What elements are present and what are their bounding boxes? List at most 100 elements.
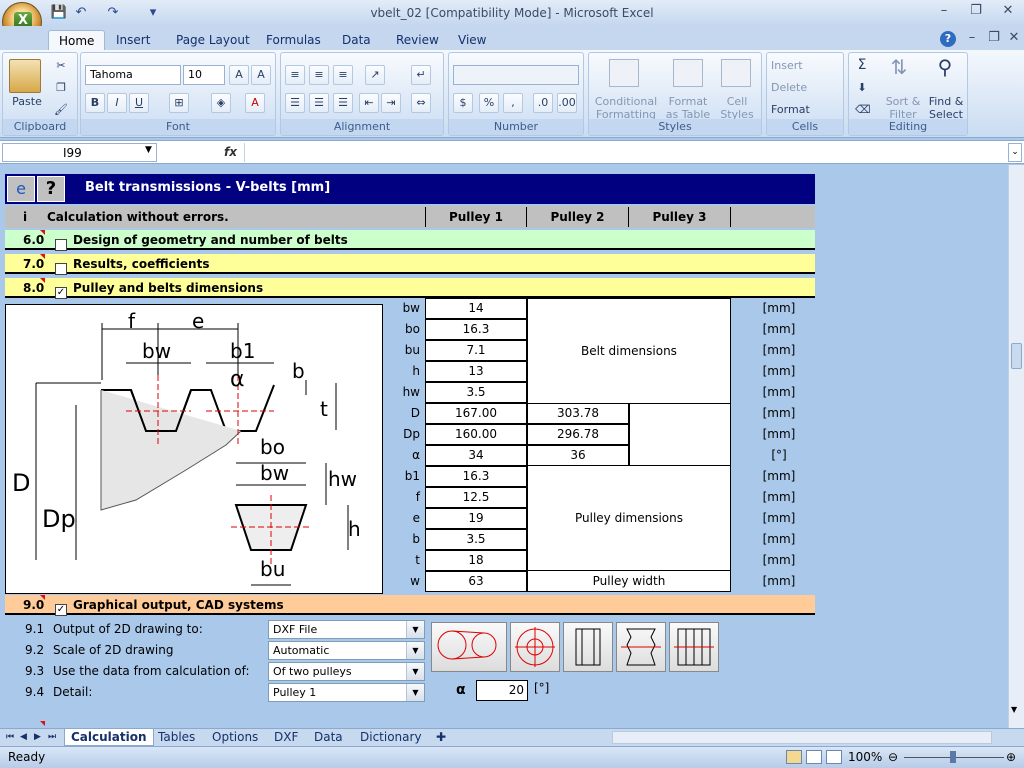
- conditional-formatting-button[interactable]: Conditional Formatting: [591, 95, 661, 121]
- wrap-text-icon[interactable]: ↵: [411, 65, 431, 85]
- section-7-row[interactable]: 7.0 Results, coefficients: [5, 254, 815, 275]
- close-button[interactable]: ✕: [998, 3, 1018, 19]
- option-select[interactable]: Of two pulleys ▼: [268, 662, 425, 681]
- copy-icon[interactable]: ❐: [53, 81, 69, 94]
- section-6-checkbox[interactable]: [55, 238, 67, 251]
- dim-value-pulley-1[interactable]: 3.5: [425, 382, 527, 403]
- tab-insert[interactable]: Insert: [106, 30, 160, 50]
- prev-sheet-icon[interactable]: ◀: [20, 729, 27, 746]
- sheet-tab-tables[interactable]: Tables: [158, 729, 195, 746]
- cell-styles-icon[interactable]: [721, 59, 751, 87]
- cad-pulley-section-button[interactable]: [616, 622, 666, 672]
- dim-value-pulley-1[interactable]: 3.5: [425, 529, 527, 550]
- normal-view-icon[interactable]: [786, 750, 802, 764]
- option-select[interactable]: Automatic ▼: [268, 641, 425, 660]
- tab-page-layout[interactable]: Page Layout: [166, 30, 260, 50]
- bold-button[interactable]: B: [85, 93, 105, 113]
- tab-formulas[interactable]: Formulas: [256, 30, 331, 50]
- sort-filter-button[interactable]: Sort & Filter: [883, 95, 923, 121]
- page-break-view-icon[interactable]: [826, 750, 842, 764]
- merge-center-icon[interactable]: ⇔: [411, 93, 431, 113]
- cad-pulley-side-button[interactable]: [563, 622, 613, 672]
- section-7-checkbox[interactable]: [55, 262, 67, 275]
- borders-icon[interactable]: ⊞: [169, 93, 189, 113]
- section-8-row[interactable]: 8.0 ✓ Pulley and belts dimensions: [5, 278, 815, 299]
- increase-indent-icon[interactable]: ⇥: [381, 93, 401, 113]
- dim-value-pulley-1[interactable]: 63: [425, 571, 527, 592]
- internet-explorer-icon[interactable]: e: [7, 176, 35, 202]
- dim-value-pulley-2[interactable]: 303.78: [527, 403, 629, 424]
- zoom-in-icon[interactable]: ⊕: [1006, 750, 1016, 764]
- vertical-scrollbar[interactable]: ▼: [1008, 165, 1024, 728]
- find-select-button[interactable]: Find & Select: [925, 95, 967, 121]
- format-cells-button[interactable]: Format: [771, 103, 841, 116]
- insert-cells-button[interactable]: Insert: [771, 59, 841, 72]
- number-format-select[interactable]: [453, 65, 579, 85]
- align-top-icon[interactable]: ≡: [285, 65, 305, 85]
- section-6-row[interactable]: 6.0 Design of geometry and number of bel…: [5, 230, 815, 251]
- paste-button[interactable]: Paste: [5, 95, 49, 108]
- currency-icon[interactable]: $: [453, 93, 473, 113]
- font-color-icon[interactable]: A: [245, 93, 265, 113]
- format-as-table-icon[interactable]: [673, 59, 703, 87]
- section-8-checkbox[interactable]: ✓: [55, 286, 67, 299]
- customize-qat-icon[interactable]: ▾: [144, 4, 162, 22]
- format-as-table-button[interactable]: Format as Table: [663, 95, 713, 121]
- tab-review[interactable]: Review: [386, 30, 449, 50]
- decrease-indent-icon[interactable]: ⇤: [359, 93, 379, 113]
- dim-value-pulley-1[interactable]: 14: [425, 298, 527, 319]
- scroll-down-icon[interactable]: ▼: [1011, 705, 1017, 714]
- sheet-tab-dictionary[interactable]: Dictionary: [360, 729, 422, 746]
- first-sheet-icon[interactable]: ⏮: [6, 729, 14, 746]
- undo-icon[interactable]: ↶: [72, 4, 90, 22]
- cad-transmission-button[interactable]: [431, 622, 507, 672]
- align-right-icon[interactable]: ☰: [333, 93, 353, 113]
- section-9-row[interactable]: 9.0 ✓ Graphical output, CAD systems: [5, 595, 815, 616]
- align-center-icon[interactable]: ☰: [309, 93, 329, 113]
- alpha-input[interactable]: 20: [476, 680, 528, 701]
- section-9-checkbox[interactable]: ✓: [55, 603, 67, 616]
- restore-button[interactable]: ❐: [966, 3, 986, 19]
- shrink-font-button[interactable]: A: [251, 65, 271, 85]
- cad-pulley-front-button[interactable]: [510, 622, 560, 672]
- sheet-tab-dxf[interactable]: DXF: [274, 729, 298, 746]
- help-icon[interactable]: ?: [940, 31, 956, 47]
- dim-value-pulley-1[interactable]: 34: [425, 445, 527, 466]
- fill-icon[interactable]: ⬇: [855, 81, 869, 94]
- font-size-select[interactable]: 10: [183, 65, 225, 85]
- option-select[interactable]: DXF File ▼: [268, 620, 425, 639]
- expand-formula-bar-icon[interactable]: ⌄: [1008, 143, 1022, 162]
- percent-icon[interactable]: %: [479, 93, 499, 113]
- dim-value-pulley-2[interactable]: 296.78: [527, 424, 629, 445]
- font-name-select[interactable]: Tahoma: [85, 65, 181, 85]
- italic-button[interactable]: I: [107, 93, 127, 113]
- name-box[interactable]: I99: [2, 143, 157, 162]
- page-layout-view-icon[interactable]: [806, 750, 822, 764]
- autosum-icon[interactable]: Σ: [855, 58, 869, 72]
- dropdown-arrow-icon[interactable]: ▼: [406, 642, 424, 659]
- grow-font-button[interactable]: A: [229, 65, 249, 85]
- minimize-button[interactable]: –: [934, 3, 954, 19]
- fill-color-icon[interactable]: ◈: [211, 93, 231, 113]
- option-select[interactable]: Pulley 1 ▼: [268, 683, 425, 702]
- name-box-dropdown-icon[interactable]: ▼: [145, 145, 152, 155]
- horizontal-scrollbar[interactable]: [612, 731, 992, 744]
- ribbon-restore-button[interactable]: ❐: [984, 30, 1004, 46]
- sheet-tab-calculation[interactable]: Calculation: [64, 729, 154, 746]
- ribbon-minimize-button[interactable]: –: [962, 30, 982, 46]
- cut-icon[interactable]: ✂: [53, 59, 69, 72]
- delete-cells-button[interactable]: Delete: [771, 81, 841, 94]
- dim-value-pulley-1[interactable]: 12.5: [425, 487, 527, 508]
- decrease-decimal-icon[interactable]: .00: [557, 93, 577, 113]
- dim-value-pulley-1[interactable]: 16.3: [425, 319, 527, 340]
- help-question-icon[interactable]: ?: [37, 176, 65, 202]
- dim-value-pulley-1[interactable]: 13: [425, 361, 527, 382]
- dropdown-arrow-icon[interactable]: ▼: [406, 684, 424, 701]
- orientation-icon[interactable]: ↗: [365, 65, 385, 85]
- tab-view[interactable]: View: [448, 30, 496, 50]
- align-left-icon[interactable]: ☰: [285, 93, 305, 113]
- binoculars-icon[interactable]: ⚲: [931, 57, 959, 89]
- ribbon-close-button[interactable]: ✕: [1004, 30, 1024, 46]
- increase-decimal-icon[interactable]: .0: [533, 93, 553, 113]
- dim-value-pulley-1[interactable]: 18: [425, 550, 527, 571]
